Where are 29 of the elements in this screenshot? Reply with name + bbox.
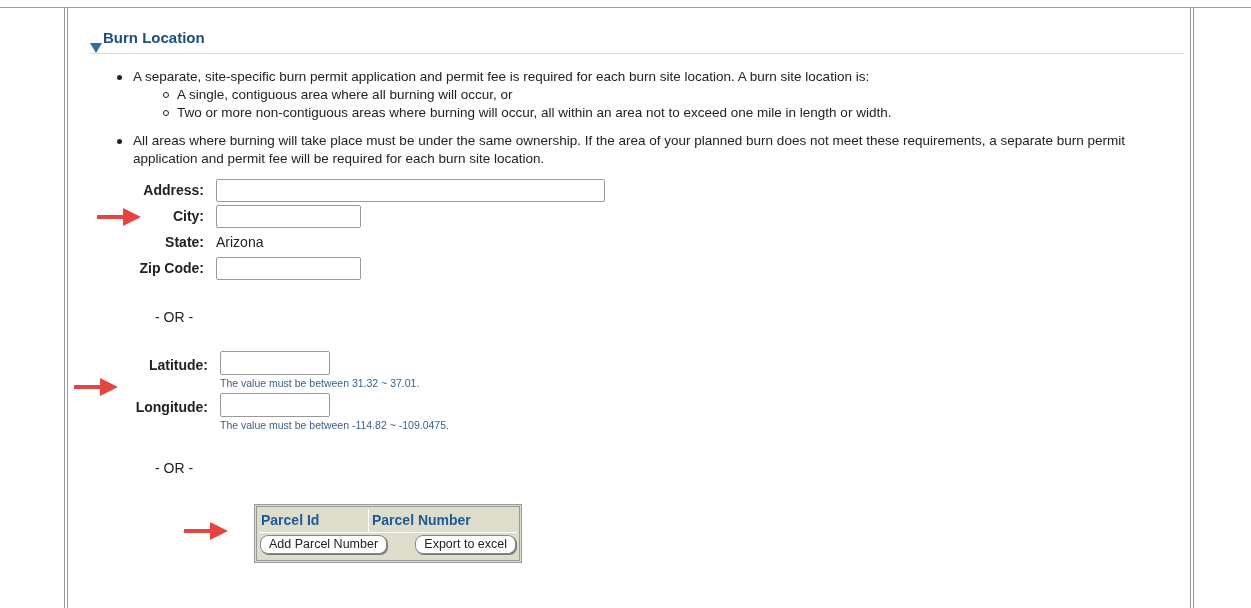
pointer-arrow-icon bbox=[182, 519, 230, 542]
sub-bullet-text: A single, contiguous area where all burning will occur, or bbox=[177, 85, 513, 104]
text-field[interactable] bbox=[216, 204, 361, 228]
text-field[interactable] bbox=[216, 178, 605, 202]
table-button[interactable]: Add Parcel Number bbox=[260, 534, 388, 554]
field-label: Zip Code: bbox=[139, 258, 204, 278]
field-label: Longitude: bbox=[135, 397, 208, 415]
text-field[interactable] bbox=[220, 350, 330, 375]
or-separator: - OR - bbox=[155, 308, 194, 325]
field-label: City: bbox=[172, 206, 204, 226]
field-label: State: bbox=[165, 232, 204, 252]
state-value: Arizona bbox=[216, 232, 264, 252]
or-separator: - OR - bbox=[155, 459, 194, 476]
table-button[interactable]: Export to excel bbox=[415, 534, 516, 554]
column-header: Parcel Number bbox=[371, 510, 472, 530]
bullet-text: All areas where burning will take place must be under the same ownership. If the area of your planned burn does not meet these requirements, a separate burn permit application and permit fee will be required for each burn site location. bbox=[133, 131, 1127, 168]
field-label: Address: bbox=[143, 180, 204, 200]
hint-text: The value must be between -114.82 ~ -109.0475. bbox=[220, 417, 449, 432]
sub-bullet-text: Two or more non-contiguous areas where burning will occur, all within an area not to exceed one mile in length or width. bbox=[177, 103, 892, 122]
column-header: Parcel Id bbox=[259, 508, 369, 532]
field-label: Latitude: bbox=[148, 355, 208, 373]
bullet-text: A separate, site-specific burn permit application and permit fee is required for each burn site location. A burn site location is: bbox=[133, 67, 871, 86]
text-field[interactable] bbox=[216, 256, 361, 280]
text-field[interactable] bbox=[220, 392, 330, 417]
pointer-arrow-icon bbox=[72, 375, 120, 398]
pointer-arrow-icon bbox=[95, 205, 143, 228]
section-title: Burn Location bbox=[103, 28, 205, 48]
hint-text: The value must be between 31.32 ~ 37.01. bbox=[220, 375, 420, 390]
collapse-triangle-icon[interactable] bbox=[90, 40, 102, 53]
